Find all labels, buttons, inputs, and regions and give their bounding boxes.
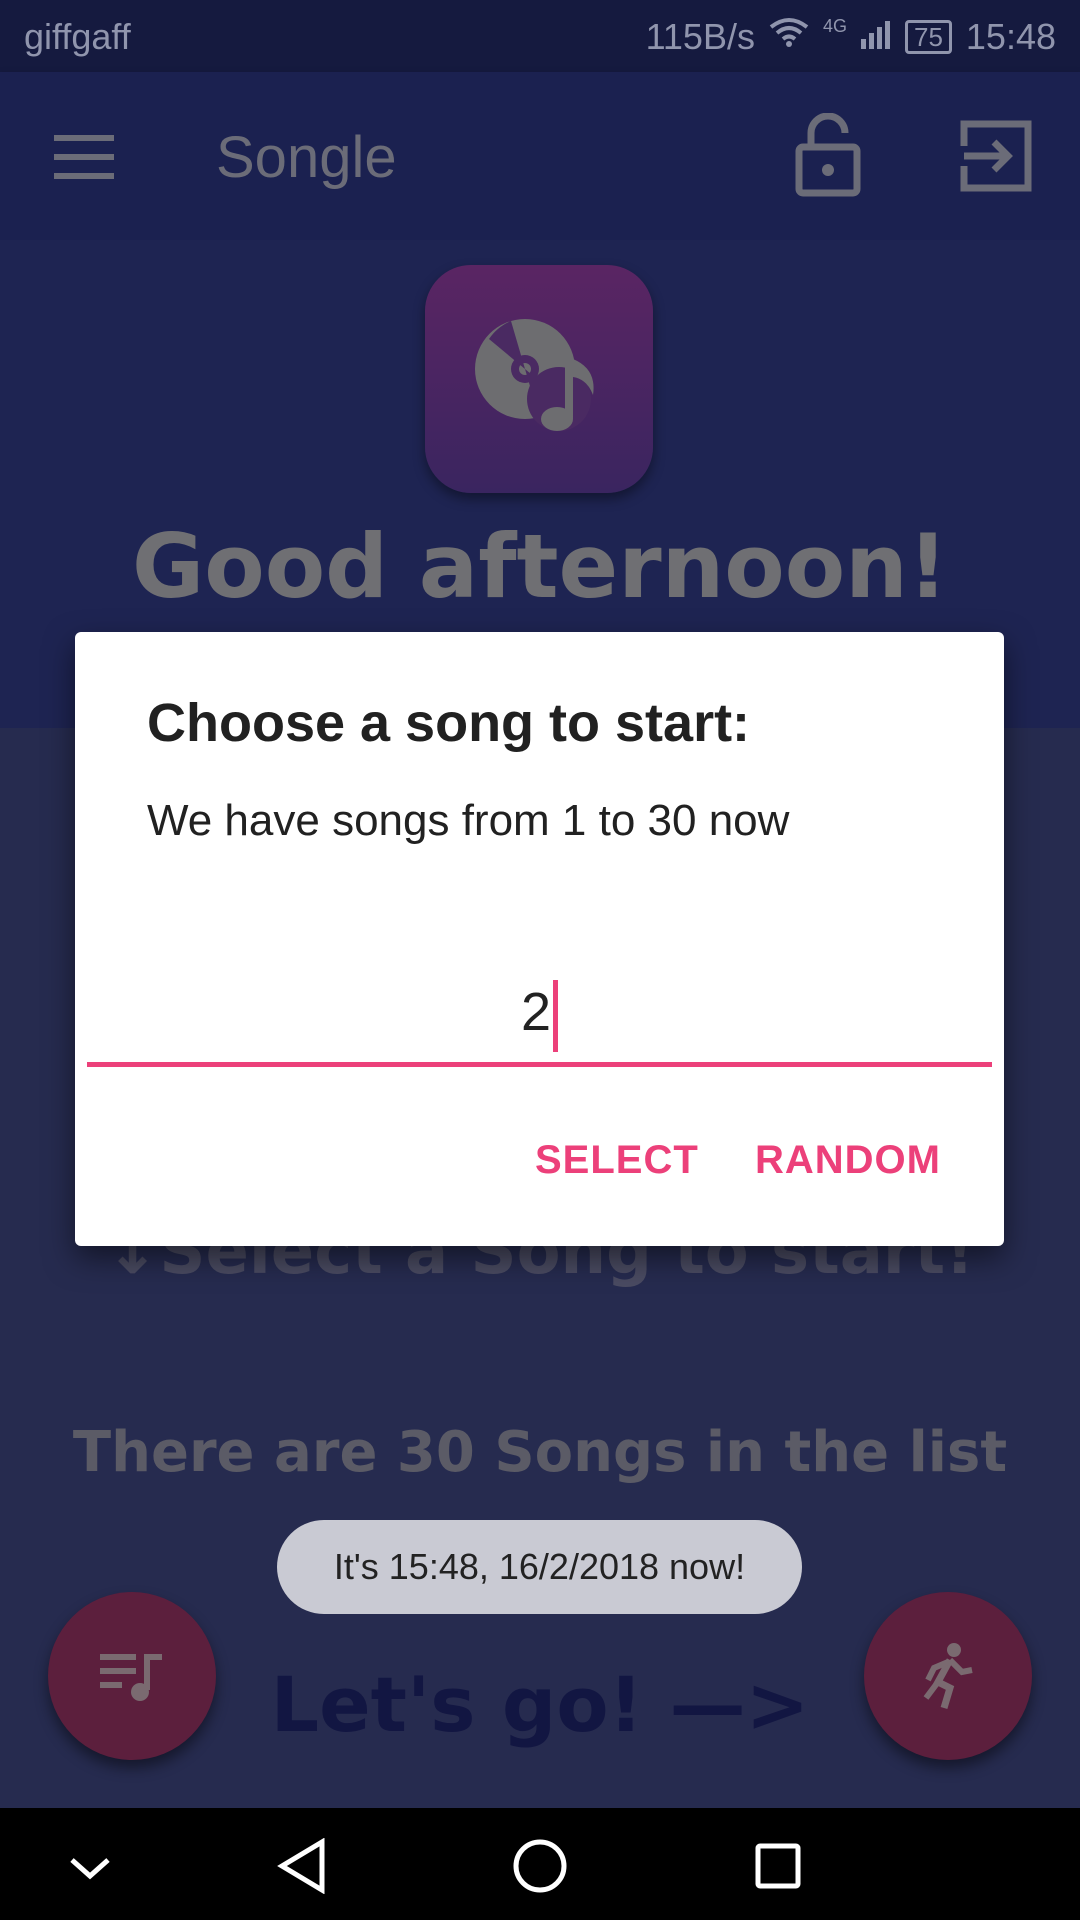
battery-icon: 75	[904, 20, 952, 54]
wifi-icon	[769, 16, 809, 58]
song-list-button[interactable]	[48, 1592, 216, 1760]
dialog-title: Choose a song to start:	[147, 693, 751, 753]
greeting-text: Good afternoon!	[132, 515, 948, 618]
toast-message: It's 15:48, 16/2/2018 now!	[277, 1520, 802, 1614]
net-speed: 115B/s	[645, 16, 755, 57]
status-right-group: 115B/s 4G 75 15:48	[646, 16, 1056, 58]
status-bar: giffgaff 115B/s 4G 75 15:48	[0, 0, 1080, 72]
lock-icon[interactable]	[790, 110, 866, 200]
recents-icon[interactable]	[746, 1834, 810, 1898]
text-cursor	[553, 979, 559, 1052]
song-number-value: 2	[520, 982, 552, 1042]
disc-music-icon	[475, 319, 594, 431]
signal-icon	[860, 16, 891, 58]
menu-icon[interactable]	[44, 122, 124, 192]
start-run-button[interactable]	[864, 1592, 1032, 1760]
back-icon[interactable]	[268, 1832, 336, 1900]
network-type: 4G	[822, 16, 847, 36]
clock: 15:48	[965, 16, 1056, 57]
song-number-input[interactable]: 2	[87, 962, 992, 1067]
running-person-icon	[923, 1643, 973, 1710]
dialog-message: We have songs from 1 to 30 now	[147, 796, 790, 845]
random-button[interactable]: RANDOM	[755, 1138, 941, 1183]
app-title: Songle	[216, 125, 397, 190]
navigation-bar	[0, 1808, 1080, 1920]
song-choice-dialog: Choose a song to start: We have songs fr…	[75, 632, 1004, 1246]
select-button[interactable]: SELECT	[535, 1138, 699, 1183]
carrier-label: giffgaff	[24, 16, 131, 57]
song-count-text: There are 30 Songs in the list	[72, 1420, 1008, 1485]
app-logo	[425, 265, 653, 493]
logout-icon[interactable]	[956, 116, 1036, 196]
home-icon[interactable]	[506, 1832, 574, 1900]
app-bar: Songle	[0, 72, 1080, 240]
hide-keyboard-icon[interactable]	[60, 1838, 120, 1898]
queue-music-icon	[100, 1654, 162, 1701]
